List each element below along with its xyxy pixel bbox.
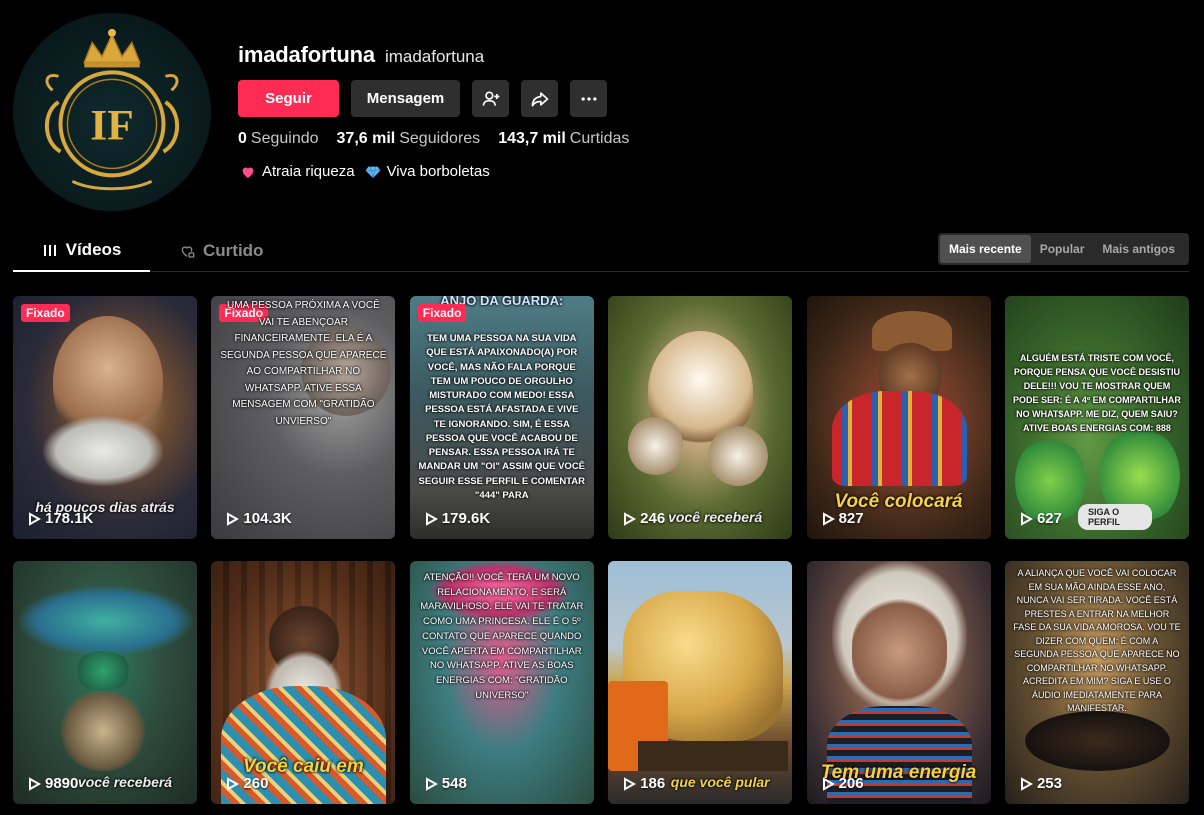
view-count: 260 (225, 775, 268, 792)
video-caption: que você pular (670, 774, 770, 790)
tab-videos[interactable]: Vídeos (13, 230, 150, 272)
view-count-value: 548 (441, 775, 467, 792)
video-overlay-text: A ALIANÇA QUE VOCÊ VAI COLOCAR EM SUA MÃ… (1013, 568, 1181, 713)
stat-following-label: Seguindo (250, 130, 319, 147)
sort-oldest[interactable]: Mais antigos (1093, 235, 1184, 263)
video-overlay-text: TEM UMA PESSOA NA SUA VIDA QUE ESTÁ APAI… (418, 333, 586, 501)
view-count-value: 186 (640, 775, 666, 792)
pinned-badge: Fixado (417, 304, 467, 322)
bio-text-1: Atraia riqueza (262, 163, 355, 180)
sort-selector: Mais recente Popular Mais antigos (938, 233, 1189, 265)
view-count-value: 104.3K (243, 510, 292, 527)
share-button[interactable] (521, 80, 558, 117)
video-card[interactable]: você receberá 246 (608, 296, 793, 539)
video-card[interactable]: Você colocará 827 (806, 296, 991, 539)
video-card[interactable]: ANJO DA GUARDA: Fixado TEM UMA PESSOA NA… (409, 296, 594, 539)
view-count: 827 (821, 510, 864, 527)
add-user-icon (482, 91, 499, 106)
more-options-button[interactable] (570, 80, 607, 117)
heart-lock-icon (181, 246, 195, 258)
video-card[interactable]: ALGUÉM ESTÁ TRISTE COM VOCÊ, PORQUE PENS… (1004, 296, 1189, 539)
play-icon (1020, 511, 1033, 526)
play-icon (227, 776, 240, 791)
play-icon (624, 511, 637, 526)
play-icon (29, 776, 41, 791)
message-button[interactable]: Mensagem (351, 80, 460, 117)
profile-bio: Atraia riqueza Viva borboletas (240, 163, 490, 180)
view-count: 9890 (27, 775, 78, 792)
gem-icon (365, 166, 380, 178)
play-icon (425, 511, 438, 526)
view-count-value: 260 (243, 775, 269, 792)
video-card[interactable]: você receberá 9890 (13, 561, 197, 804)
avatar-monogram: IF (90, 102, 134, 150)
view-count-value: 246 (640, 510, 666, 527)
play-icon (425, 776, 438, 791)
bio-text-2: Viva borboletas (386, 163, 490, 180)
video-card[interactable]: Fixado há poucos dias atrás 178.1K (13, 296, 197, 539)
view-count: 627 (1019, 510, 1062, 527)
stat-following[interactable]: 0 Seguindo (238, 130, 319, 148)
crown-monogram-logo: IF (45, 28, 179, 191)
stat-likes-value: 143,7 mil (498, 130, 566, 147)
view-count-value: 9890 (45, 775, 79, 792)
video-grid: Fixado há poucos dias atrás 178.1K Fixad… (13, 296, 1189, 804)
play-icon (822, 776, 835, 791)
view-count: 253 (1019, 775, 1062, 792)
view-count: 246 (622, 510, 665, 527)
pink-heart-icon (242, 167, 254, 178)
video-card[interactable]: Você caiu em 260 (211, 561, 396, 804)
suggested-accounts-button[interactable] (472, 80, 509, 117)
play-icon (29, 511, 41, 526)
stat-likes: 143,7 mil Curtidas (498, 130, 629, 148)
view-count-value: 179.6K (441, 510, 491, 527)
view-count-value: 206 (838, 775, 864, 792)
view-count: 178.1K (27, 510, 93, 527)
view-count-value: 827 (838, 510, 864, 527)
follow-button[interactable]: Seguir (238, 80, 339, 117)
play-icon (822, 511, 835, 526)
stat-following-value: 0 (238, 130, 247, 147)
share-arrow-icon (531, 91, 548, 106)
ellipsis-icon (581, 96, 596, 101)
view-count-value: 253 (1036, 775, 1062, 792)
sort-popular[interactable]: Popular (1031, 235, 1094, 263)
video-card[interactable]: Fixado UMA PESSOA PRÓXIMA A VOCÊ VAI TE … (211, 296, 396, 539)
profile-actions: Seguir Mensagem (238, 80, 607, 117)
play-icon (1020, 776, 1033, 791)
stat-followers-label: Seguidores (399, 130, 481, 147)
video-overlay-text: UMA PESSOA PRÓXIMA A VOCÊ VAI TE ABENÇOA… (220, 300, 387, 427)
profile-name-row: imadafortuna imadafortuna (238, 42, 484, 68)
profile-username: imadafortuna (238, 42, 375, 67)
view-count-value: 627 (1036, 510, 1062, 527)
sort-recent[interactable]: Mais recente (940, 235, 1031, 263)
view-count: 179.6K (424, 510, 490, 527)
video-card[interactable]: ATENÇÃO!! VOCÊ TERÁ UM NOVO RELACIONAMEN… (409, 561, 594, 804)
stat-followers-value: 37,6 mil (336, 130, 396, 147)
profile-stats: 0 Seguindo 37,6 mil Seguidores 143,7 mil Cu… (238, 130, 629, 148)
view-count: 186 (622, 775, 665, 792)
play-icon (227, 511, 240, 526)
profile-nickname: imadafortuna (384, 47, 485, 66)
play-icon (624, 776, 637, 791)
tab-liked-label: Curtido (203, 241, 264, 260)
stat-followers[interactable]: 37,6 mil Seguidores (337, 130, 481, 148)
profile-avatar[interactable]: IF (13, 13, 211, 211)
pinned-badge: Fixado (21, 304, 70, 322)
video-card[interactable]: que você pular 186 (608, 561, 793, 804)
tab-videos-label: Vídeos (65, 240, 122, 259)
view-count-value: 178.1K (45, 510, 94, 527)
tab-liked[interactable]: Curtido (179, 230, 263, 272)
view-count: 206 (821, 775, 864, 792)
video-card[interactable]: A ALIANÇA QUE VOCÊ VAI COLOCAR EM SUA MÃ… (1004, 561, 1189, 804)
video-card[interactable]: Tem uma energia 206 (806, 561, 991, 804)
view-count: 104.3K (225, 510, 292, 527)
video-overlay-text: ALGUÉM ESTÁ TRISTE COM VOCÊ, PORQUE PENS… (1012, 353, 1181, 433)
view-count: 548 (424, 775, 467, 792)
video-overlay-text: ATENÇÃO!! VOCÊ TERÁ UM NOVO RELACIONAMEN… (420, 572, 584, 701)
stat-likes-label: Curtidas (569, 130, 630, 147)
grid-bars-icon (43, 245, 56, 256)
follow-profile-pill: SIGA O PERFIL (1077, 504, 1152, 530)
